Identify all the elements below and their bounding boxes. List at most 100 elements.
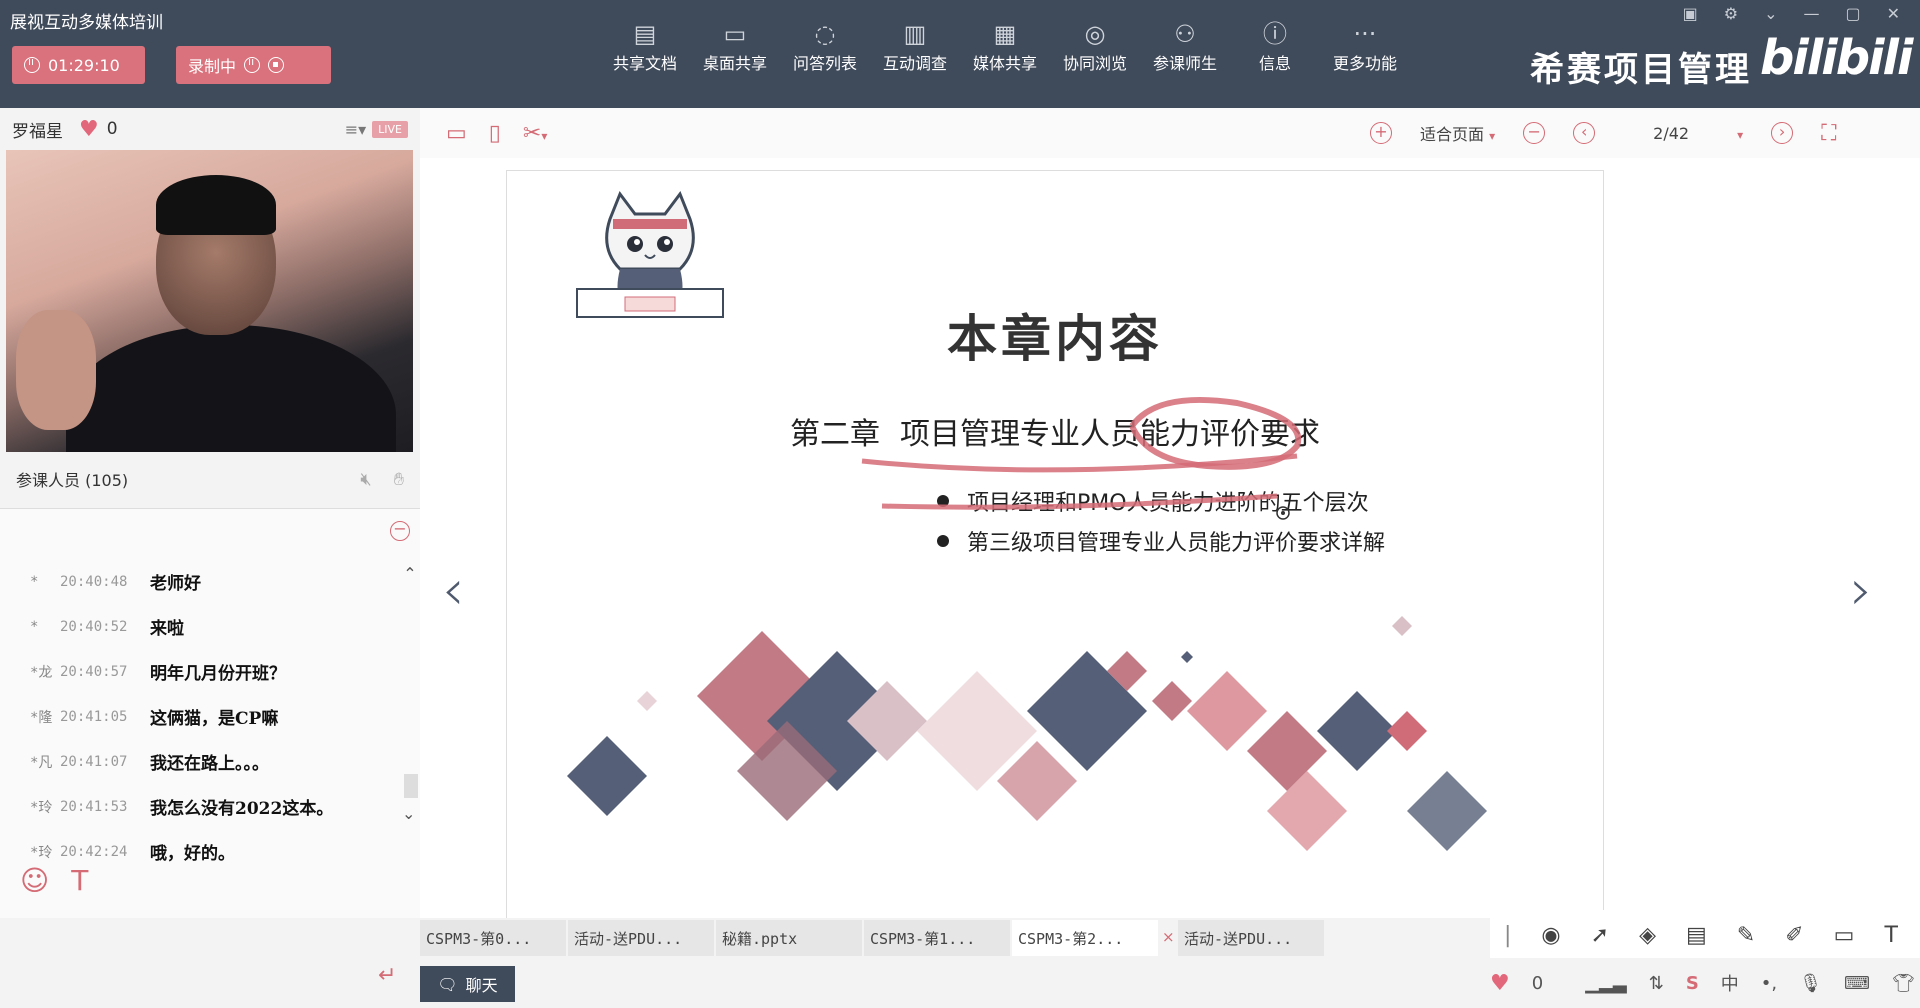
- ime-logo-icon[interactable]: S: [1686, 973, 1699, 994]
- chat-button[interactable]: 🗨︎ 聊天: [420, 966, 515, 1002]
- shirt-icon[interactable]: 👕︎: [1892, 973, 1915, 994]
- timer-value: 01:29:10: [48, 55, 120, 75]
- chat-tools: ☺ T: [20, 864, 88, 897]
- brand-text: 希赛项目管理: [1530, 50, 1752, 90]
- pause-icon: [24, 55, 40, 73]
- keyboard-icon[interactable]: ⌨: [1844, 973, 1870, 994]
- top-bar: 展视互动多媒体培训 01:29:10 录制中 ▤ 共享文档 ▭ 桌面共享 ◌ 问…: [0, 0, 1920, 108]
- doc-icon: ▤: [633, 20, 657, 48]
- scroll-thumb[interactable]: [404, 774, 418, 798]
- more-icon: ···: [1353, 20, 1377, 48]
- zoom-select[interactable]: 适合页面 ▾: [1420, 121, 1495, 145]
- toolbar-cobrowse[interactable]: ◎ 协同浏览: [1050, 18, 1140, 74]
- chat-scrollbar[interactable]: ⌃ ⌄: [400, 564, 420, 824]
- minimize-icon[interactable]: —: [1803, 4, 1819, 23]
- toolbar-survey[interactable]: ▥ 互动调查: [870, 18, 960, 74]
- maximize-icon[interactable]: ▢: [1845, 4, 1860, 23]
- rectangle-icon[interactable]: ▭: [1834, 923, 1855, 948]
- mic-icon[interactable]: 🎙︎: [1799, 973, 1822, 994]
- toolbar-share-doc[interactable]: ▤ 共享文档: [600, 18, 690, 74]
- scissors-icon[interactable]: ✂︎▾: [523, 121, 547, 146]
- chevron-down-icon[interactable]: ⌄: [402, 804, 415, 823]
- clear-icon[interactable]: ▤: [1686, 923, 1707, 948]
- record-stop-icon[interactable]: [268, 57, 285, 73]
- chat-message: *凡 20:41:07 我还在路上。。。: [30, 753, 269, 775]
- doc-tab[interactable]: 活动-送PDU...: [568, 920, 716, 956]
- text-format-icon[interactable]: T: [71, 864, 88, 897]
- timer-button[interactable]: 01:29:10: [12, 46, 145, 84]
- left-panel: 罗福星 ♥ 0 ≡▾ LIVE 参课人员 (105) 🔇︎ ✋︎ − * 20:…: [0, 108, 420, 1008]
- chat-icon: 🗨︎: [437, 974, 458, 994]
- people-icon: ⚇: [1174, 20, 1196, 48]
- annotation-toolbar: | ◉ ➚ ◈ ▤ ✎ ✐ ▭ T: [1490, 910, 1920, 960]
- next-slide-arrow[interactable]: ›: [1850, 558, 1872, 623]
- prev-page-icon[interactable]: ‹: [1573, 122, 1596, 144]
- close-tab-icon[interactable]: ×: [1162, 918, 1178, 958]
- punctuation-icon[interactable]: •,: [1761, 973, 1777, 994]
- zoom-in-icon[interactable]: +: [1370, 122, 1392, 144]
- arrow-pointer-icon[interactable]: ➚: [1591, 923, 1609, 948]
- close-icon[interactable]: ✕: [1887, 4, 1900, 23]
- highlighter-icon[interactable]: ✐: [1785, 923, 1803, 948]
- collapse-icon[interactable]: −: [390, 521, 410, 541]
- chart-icon: ▥: [903, 20, 927, 48]
- heart-icon[interactable]: ♥: [1490, 971, 1510, 996]
- toolbar-desktop-share[interactable]: ▭ 桌面共享: [690, 18, 780, 74]
- teacher-video: [6, 150, 413, 452]
- emoji-icon[interactable]: ☺: [20, 864, 49, 897]
- toolbar-participants[interactable]: ⚇ 参课师生: [1140, 18, 1230, 74]
- mute-icon[interactable]: 🔇︎: [360, 469, 371, 490]
- chat-message: *龙 20:40:57 明年几月份开班？: [30, 663, 286, 685]
- toolbar-qa-list[interactable]: ◌ 问答列表: [780, 18, 870, 74]
- info-icon: ⓘ: [1263, 20, 1287, 48]
- attendees-header: 参课人员 (105) 🔇︎ ✋︎: [0, 458, 420, 500]
- doc-tab-active[interactable]: CSPM3-第2...: [1012, 920, 1160, 956]
- list-menu-icon[interactable]: ≡▾: [345, 120, 366, 139]
- heart-icon[interactable]: ♥: [79, 117, 99, 142]
- decorative-diamonds: [567, 616, 1487, 851]
- record-label: 录制中: [188, 57, 237, 76]
- prev-slide-arrow[interactable]: ‹: [442, 558, 464, 623]
- doc-tab[interactable]: 秘籍.pptx: [716, 920, 864, 956]
- fullscreen-icon[interactable]: ⛶: [1821, 121, 1836, 146]
- document-toolbar: ▭ ▯ ✂︎▾ + 适合页面 ▾ − ‹ 2/42 ▾ › ⛶: [420, 108, 1920, 158]
- record-pause-icon[interactable]: [244, 55, 261, 73]
- signal-icon: ▁▂▃: [1585, 972, 1627, 994]
- raise-hand-icon[interactable]: ✋︎: [394, 469, 404, 490]
- pen-icon[interactable]: ✎: [1737, 923, 1755, 948]
- eraser-icon[interactable]: ◈: [1639, 923, 1656, 948]
- send-icon[interactable]: ↵: [378, 963, 396, 988]
- settings-icon[interactable]: ⚙: [1724, 4, 1738, 23]
- screen-icon[interactable]: ▣: [1683, 4, 1698, 23]
- document-viewer: ‹ e希赛 本章内容 第二章项目管理专业人员能力评价要求 项目经理和PMO人员能…: [420, 158, 1920, 922]
- window-controls: ▣ ⚙ ⌄ — ▢ ✕: [1683, 4, 1900, 23]
- next-page-icon[interactable]: ›: [1771, 122, 1794, 144]
- doc-tab[interactable]: CSPM3-第0...: [420, 920, 568, 956]
- app-title: 展视互动多媒体培训: [10, 13, 163, 33]
- toolbar-more[interactable]: ··· 更多功能: [1320, 18, 1410, 74]
- chat-message: *隆 20:41:05 这俩猫，是CP嘛: [30, 708, 279, 730]
- toolbar-media-share[interactable]: ▦ 媒体共享: [960, 18, 1050, 74]
- laser-pointer-icon[interactable]: ◉: [1541, 923, 1560, 948]
- slide: e希赛 本章内容 第二章项目管理专业人员能力评价要求 项目经理和PMO人员能力进…: [506, 170, 1604, 922]
- folder-icon[interactable]: ▭: [446, 121, 467, 146]
- record-button[interactable]: 录制中: [176, 46, 331, 84]
- chevron-down-icon[interactable]: ⌄: [1764, 4, 1777, 23]
- zoom-out-icon[interactable]: −: [1523, 122, 1546, 144]
- toolbar-info[interactable]: ⓘ 信息: [1230, 18, 1320, 74]
- text-tool-icon[interactable]: T: [1884, 923, 1897, 948]
- chat-message: * 20:40:52 来啦: [30, 618, 184, 640]
- chevron-up-icon[interactable]: ⌃: [400, 564, 420, 583]
- doc-tab[interactable]: 活动-送PDU...: [1178, 920, 1326, 956]
- page-select[interactable]: 2/42 ▾: [1653, 124, 1743, 143]
- chat-message: * 20:40:48 老师好: [30, 573, 201, 595]
- file-icon[interactable]: ▯: [489, 121, 501, 146]
- chat-list: * 20:40:48 老师好 * 20:40:52 来啦 *龙 20:40:57…: [30, 559, 390, 874]
- live-badge: LIVE: [372, 120, 408, 138]
- like-count: 0: [106, 119, 118, 139]
- teacher-row: 罗福星 ♥ 0 ≡▾ LIVE: [0, 108, 420, 150]
- ime-language[interactable]: 中: [1721, 970, 1739, 996]
- main-toolbar: ▤ 共享文档 ▭ 桌面共享 ◌ 问答列表 ▥ 互动调查 ▦ 媒体共享 ◎ 协同浏…: [600, 18, 1410, 74]
- doc-tab[interactable]: CSPM3-第1...: [864, 920, 1012, 956]
- qa-icon: ◌: [814, 20, 836, 48]
